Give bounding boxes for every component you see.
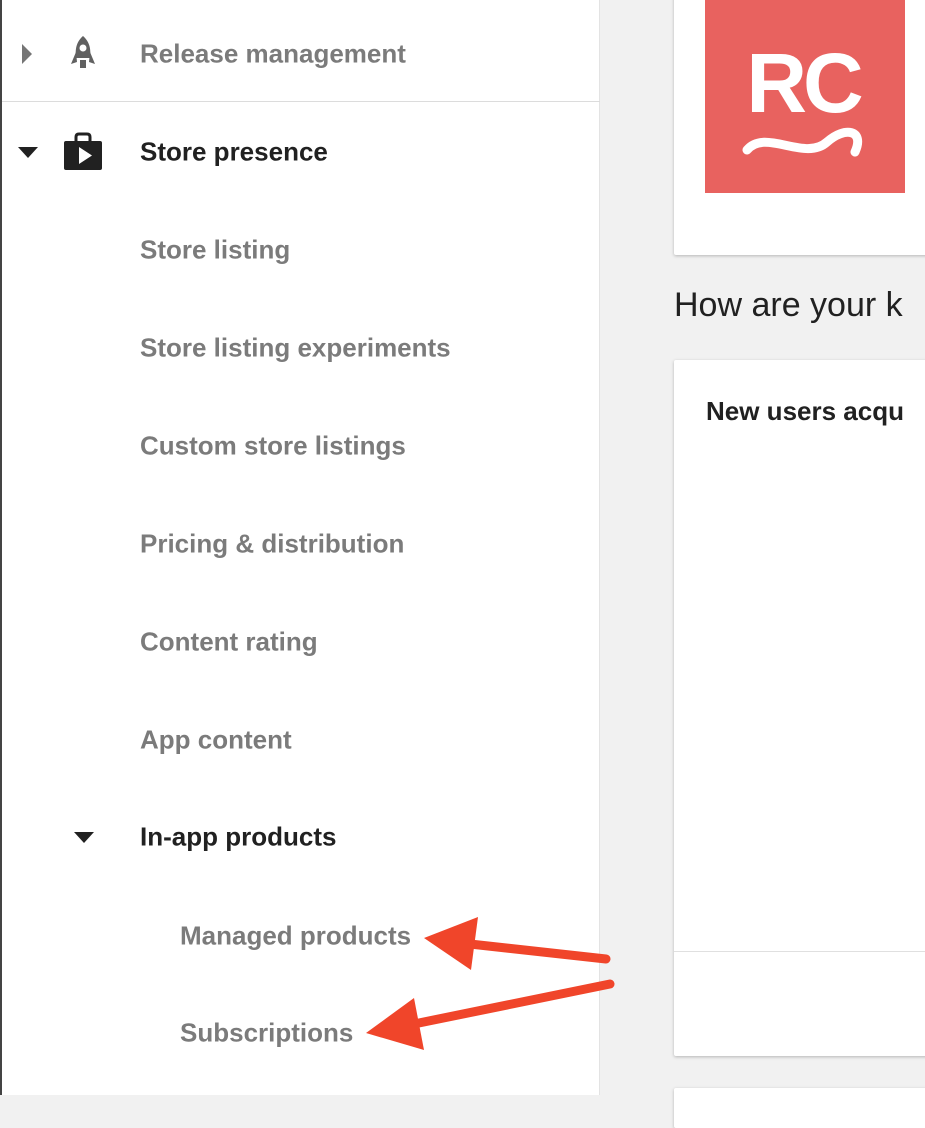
sidebar-item-release-management[interactable]: Release management — [2, 24, 600, 84]
sidebar-item-pricing-distribution[interactable]: Pricing & distribution — [2, 514, 600, 574]
app-logo-mark: RC — [742, 36, 866, 157]
sidebar-item-label: Store listing experiments — [140, 332, 451, 363]
sidebar-item-label: Subscriptions — [180, 1017, 354, 1048]
sidebar-item-label: Managed products — [180, 920, 412, 951]
sidebar-item-content-rating[interactable]: Content rating — [2, 612, 600, 672]
sidebar-item-store-listing-experiments[interactable]: Store listing experiments — [2, 318, 600, 378]
sidebar-item-label: In-app products — [140, 821, 337, 852]
chevron-down-icon[interactable] — [16, 144, 40, 160]
sidebar-item-label: Store presence — [140, 136, 328, 167]
sidebar-item-store-presence[interactable]: Store presence — [2, 122, 600, 182]
sidebar-item-label: Release management — [140, 38, 406, 69]
sidebar-divider — [2, 101, 600, 102]
sidebar-item-label: Content rating — [140, 626, 318, 657]
sidebar-item-label: Custom store listings — [140, 430, 406, 461]
sidebar-nav: Release management Store presence Store … — [0, 0, 600, 1095]
sidebar-item-label: Store listing — [140, 234, 291, 265]
play-store-bag-icon — [64, 132, 102, 170]
section-heading: How are your k — [674, 286, 903, 324]
sidebar-item-in-app-products[interactable]: In-app products — [2, 807, 600, 867]
sidebar-item-subscriptions[interactable]: Subscriptions — [2, 1003, 600, 1063]
sidebar-item-managed-products[interactable]: Managed products — [2, 906, 600, 966]
sidebar-item-app-content[interactable]: App content — [2, 710, 600, 770]
card-divider — [674, 951, 925, 952]
chevron-down-icon[interactable] — [72, 829, 96, 845]
sidebar-item-label: Pricing & distribution — [140, 528, 405, 559]
rocket-icon — [71, 36, 95, 68]
sidebar-item-store-listing[interactable]: Store listing — [2, 220, 600, 280]
app-logo-letters: RC — [746, 36, 862, 130]
app-logo: RC — [705, 0, 905, 193]
chevron-right-icon[interactable] — [20, 42, 34, 66]
sidebar-item-custom-store-listings[interactable]: Custom store listings — [2, 416, 600, 476]
sidebar-item-label: App content — [140, 724, 292, 755]
card-title: New users acqu — [706, 396, 904, 426]
next-card — [674, 1088, 925, 1128]
